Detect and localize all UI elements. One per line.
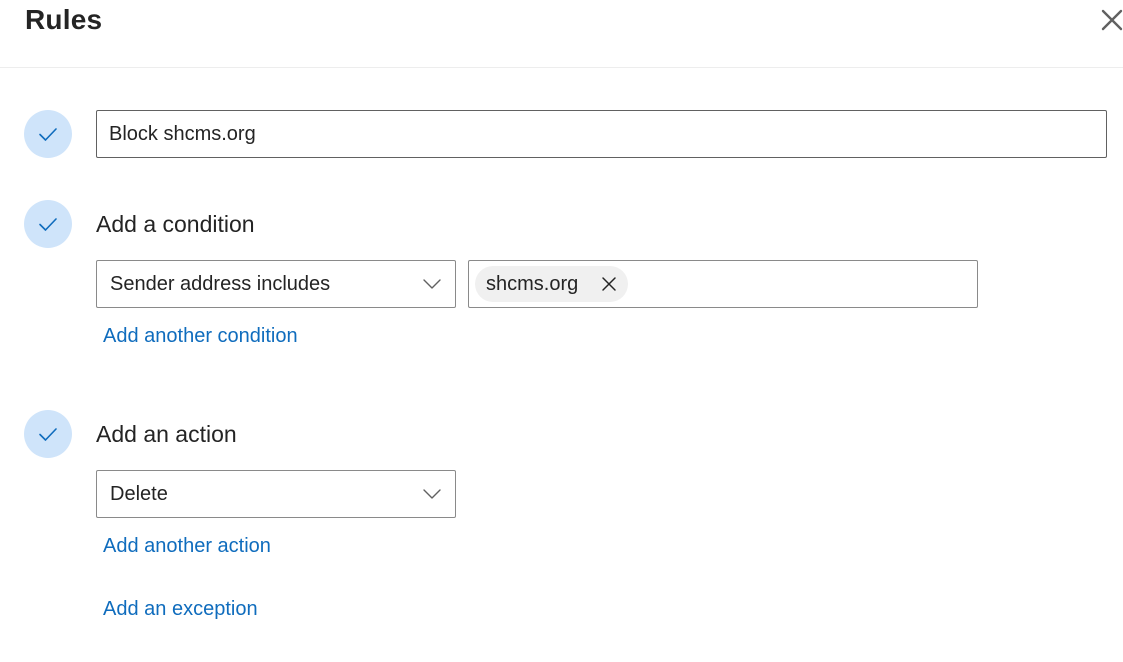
remove-tag-button[interactable] (599, 274, 619, 294)
step-name-complete-indicator (24, 110, 72, 158)
step-condition-complete-indicator (24, 200, 72, 248)
action-heading: Add an action (96, 421, 237, 447)
rule-name-input[interactable] (96, 110, 1107, 158)
condition-type-dropdown[interactable]: Sender address includes (96, 260, 456, 308)
action-type-value: Delete (110, 483, 168, 505)
close-icon (602, 277, 616, 291)
close-button[interactable] (1098, 6, 1123, 34)
add-exception-link[interactable]: Add an exception (103, 598, 258, 621)
dialog-header: Rules (0, 0, 1123, 68)
checkmark-icon (39, 428, 57, 441)
address-tag-chip: shcms.org (475, 266, 628, 302)
action-type-dropdown[interactable]: Delete (96, 470, 456, 518)
sender-address-input[interactable]: shcms.org (468, 260, 978, 308)
checkmark-icon (39, 218, 57, 231)
chevron-down-icon (423, 279, 441, 289)
step-action-complete-indicator (24, 410, 72, 458)
add-another-condition-link[interactable]: Add another condition (103, 325, 298, 348)
condition-type-value: Sender address includes (110, 273, 331, 295)
add-another-action-link[interactable]: Add another action (103, 535, 271, 558)
close-icon (1101, 9, 1123, 31)
condition-heading: Add a condition (96, 211, 255, 237)
checkmark-icon (39, 128, 57, 141)
page-title: Rules (25, 4, 103, 35)
chevron-down-icon (423, 489, 441, 499)
address-tag-label: shcms.org (486, 273, 579, 295)
